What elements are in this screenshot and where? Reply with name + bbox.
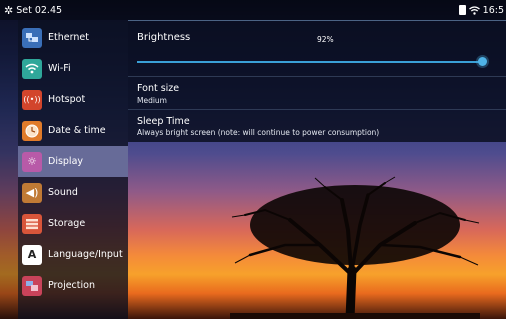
projection-icon [22,275,42,296]
sidebar-item-date-time[interactable]: Date & time [18,115,128,146]
status-title: Set 02.45 [16,4,63,16]
sidebar-item-label: Display [48,156,84,167]
font-size-row[interactable]: Font size Medium [128,77,506,108]
sidebar-item-label: Hotspot [48,94,86,105]
wifi-signal-icon [468,5,480,15]
sleep-time-row[interactable]: Sleep Time Always bright screen (note: w… [128,110,506,141]
brightness-slider-track[interactable] [137,61,486,63]
sidebar-item-sound[interactable]: ◀) Sound [18,177,128,208]
sleep-time-value: Always bright screen (note: will continu… [137,128,380,137]
sim-icon [458,5,466,15]
display-icon: ☼ [22,151,42,172]
hotspot-icon: ((•)) [22,89,42,110]
sidebar-item-label: Date & time [48,125,106,136]
font-size-value: Medium [137,96,167,105]
status-bar: ✲ Set 02.45 16:5 [0,0,506,20]
sidebar-item-label: Storage [48,218,86,229]
speaker-icon: ◀) [22,182,42,203]
sidebar-item-label: Wi-Fi [48,63,71,74]
brightness-slider-thumb[interactable] [478,57,487,66]
brightness-label: Brightness [137,32,191,43]
sidebar-item-label: Sound [48,187,78,198]
sidebar-item-label: Projection [48,280,95,291]
storage-icon [22,213,42,234]
sidebar-item-display[interactable]: ☼ Display [18,146,128,177]
settings-sidebar: Ethernet Wi-Fi ((•)) Hotspot Date & time… [18,20,128,319]
sidebar-item-label: Ethernet [48,32,89,43]
sidebar-item-ethernet[interactable]: Ethernet [18,22,128,53]
clock-icon [22,120,42,141]
sleep-time-label: Sleep Time [137,116,190,127]
panel-top-border [128,20,506,21]
left-edge [0,20,18,319]
sidebar-item-storage[interactable]: Storage [18,208,128,239]
sidebar-item-language-input[interactable]: A Language/Input [18,239,128,270]
tree-silhouette [230,176,480,319]
language-icon: A [22,244,42,265]
sidebar-item-label: Language/Input [48,249,123,260]
wifi-icon [22,58,42,79]
brightness-value: 92% [317,35,334,44]
brightness-row[interactable]: Brightness 92% [128,20,506,76]
font-size-label: Font size [137,83,180,94]
ethernet-icon [22,27,42,48]
sidebar-item-hotspot[interactable]: ((•)) Hotspot [18,84,128,115]
sidebar-item-wifi[interactable]: Wi-Fi [18,53,128,84]
sidebar-item-projection[interactable]: Projection [18,270,128,301]
settings-gear-icon: ✲ [4,3,14,17]
clock-time: 16:5 [482,4,504,16]
display-settings-panel: Brightness 92% Font size Medium Sleep Ti… [128,20,506,142]
